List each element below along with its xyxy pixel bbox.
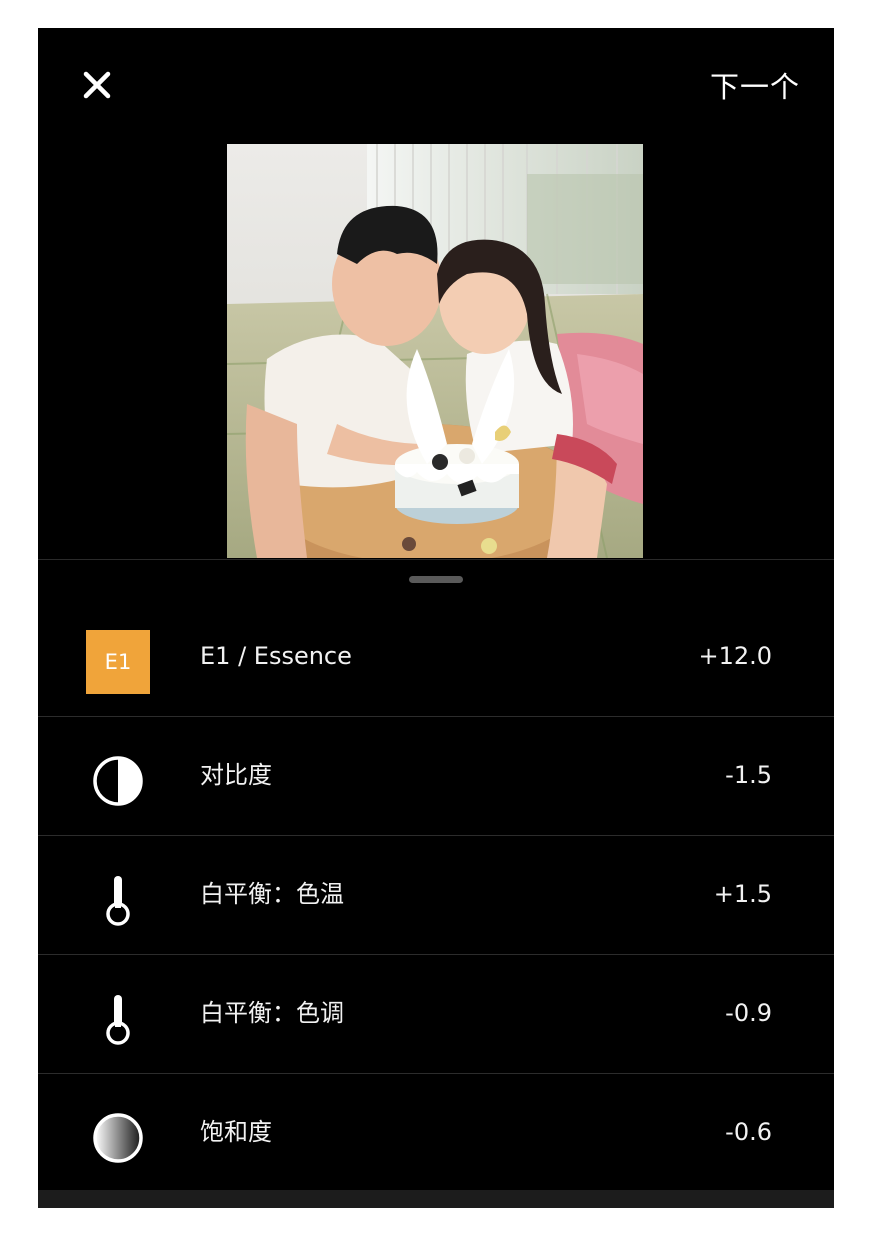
adjustment-value: +1.5 bbox=[713, 880, 772, 908]
bottom-strip bbox=[38, 1190, 834, 1208]
adjustment-value: +12.0 bbox=[698, 642, 772, 670]
saturation-icon bbox=[86, 1106, 150, 1170]
thermometer-icon bbox=[86, 868, 150, 932]
next-button[interactable]: 下一个 bbox=[710, 64, 800, 106]
adjustment-label: 饱和度 bbox=[200, 1118, 272, 1146]
adjustment-value: -0.9 bbox=[725, 999, 772, 1027]
adjustment-row-saturation[interactable]: 饱和度 -0.6 bbox=[38, 1074, 834, 1192]
adjustment-label: 对比度 bbox=[200, 761, 272, 789]
preset-badge-icon: E1 bbox=[86, 630, 150, 694]
contrast-icon bbox=[86, 749, 150, 813]
close-button[interactable] bbox=[78, 66, 116, 104]
adjustment-row-wb-temperature[interactable]: 白平衡：色温 +1.5 bbox=[38, 836, 834, 955]
adjustment-row-contrast[interactable]: 对比度 -1.5 bbox=[38, 717, 834, 836]
photo-preview bbox=[227, 144, 643, 558]
adjustment-row-wb-tint[interactable]: 白平衡：色调 -0.9 bbox=[38, 955, 834, 1074]
thermometer-icon bbox=[86, 987, 150, 1051]
drag-handle[interactable] bbox=[409, 576, 463, 583]
adjustment-label: 白平衡：色调 bbox=[200, 999, 344, 1027]
top-bar: 下一个 bbox=[38, 28, 834, 140]
adjustments-panel: E1 E1 / Essence +12.0 对比度 -1.5 白平衡：色温 +1… bbox=[38, 559, 834, 1208]
close-icon bbox=[83, 71, 111, 99]
adjustment-row-essence[interactable]: E1 E1 / Essence +12.0 bbox=[38, 598, 834, 717]
preset-badge: E1 bbox=[86, 630, 150, 694]
adjustment-value: -0.6 bbox=[725, 1118, 772, 1146]
adjustment-label: 白平衡：色温 bbox=[200, 880, 344, 908]
adjustment-value: -1.5 bbox=[725, 761, 772, 789]
editor-screen: 下一个 E1 E1 / Essence +12.0 对比度 -1.5 白平衡：色… bbox=[38, 28, 834, 1208]
adjustment-label: E1 / Essence bbox=[200, 642, 352, 670]
